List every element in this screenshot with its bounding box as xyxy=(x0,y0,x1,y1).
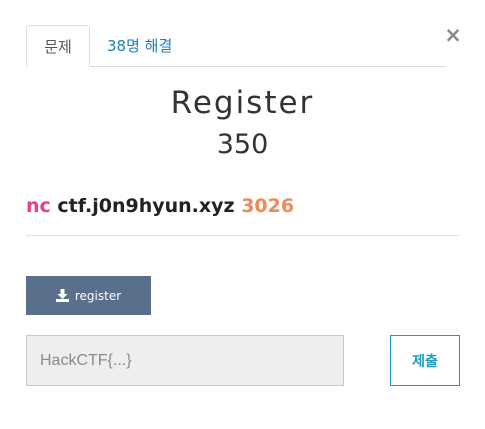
file-label: register xyxy=(74,288,122,303)
challenge-tabs: 문제 38명 해결 xyxy=(26,25,446,67)
challenge-description: nc ctf.j0n9hyun.xyz 3026 xyxy=(26,192,294,220)
challenge-points: 350 xyxy=(216,129,269,160)
download-icon xyxy=(55,289,69,302)
server-port: 3026 xyxy=(241,195,295,217)
challenge-title: Register xyxy=(170,85,315,121)
divider xyxy=(26,235,460,236)
server-host: ctf.j0n9hyun.xyz xyxy=(57,195,235,217)
challenge-modal: × 문제 38명 해결 Register 350 nc ctf.j0n9hyun… xyxy=(0,0,485,429)
download-file-button[interactable]: register xyxy=(26,276,151,315)
tab-problem[interactable]: 문제 xyxy=(26,25,90,67)
netcat-command: nc xyxy=(26,195,51,217)
close-button[interactable]: × xyxy=(444,23,462,47)
tab-solves[interactable]: 38명 해결 xyxy=(107,25,172,67)
submit-button[interactable]: 제출 xyxy=(390,335,460,386)
flag-input[interactable] xyxy=(26,335,344,386)
